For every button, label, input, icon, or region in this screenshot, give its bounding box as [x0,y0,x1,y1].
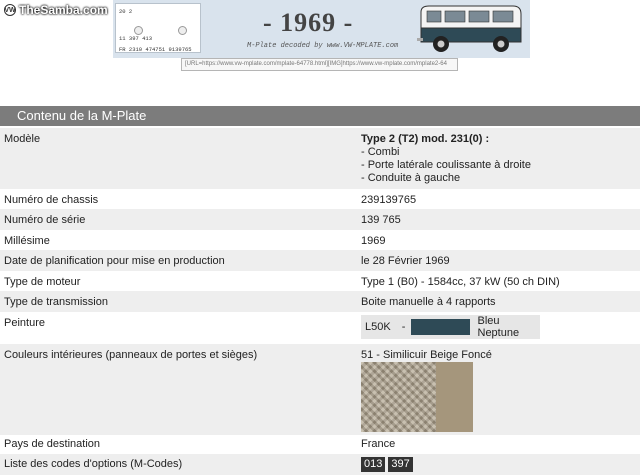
row-label: Type de transmission [4,296,108,308]
row-value: 1969 [361,235,386,247]
plate-line-3: FR 2310 474751 9139765 [119,46,192,53]
table-row-moteur: Type de moteur Type 1 (B0) - 1584cc, 37 … [0,271,640,291]
table-row-peinture: Peinture L50K - Bleu Neptune [0,312,640,344]
embed-code-field[interactable]: [URL=https://www.vw-mplate.com/mplate-64… [181,58,458,71]
model-detail: - Porte latérale coulissante à droite [361,159,531,171]
model-detail: - Combi [361,146,400,158]
row-label: Liste des codes d'options (M-Codes) [4,458,183,470]
row-label: Peinture [4,317,45,329]
option-codes: 013 397 [361,457,416,472]
table-row-couleurs: Couleurs intérieures (panneaux de portes… [0,344,640,435]
row-label: Pays de destination [4,438,101,450]
table-row-options: Liste des codes d'options (M-Codes) 013 3… [0,454,640,475]
row-label: Couleurs intérieures (panneaux de portes… [4,349,258,361]
plate-rivet-icon [134,26,143,35]
model-title: Type 2 (T2) mod. 231(0) : [361,133,490,145]
row-value: Type 1 (B0) - 1584cc, 37 kW (50 ch DIN) [361,276,560,288]
plate-line-2: 11 397 413 [119,35,153,42]
row-value: France [361,438,396,450]
table-row-serie: Numéro de série 139 765 [0,209,640,230]
vw-bus-icon [417,5,522,52]
model-detail: - Conduite à gauche [361,172,461,184]
option-code-badge[interactable]: 397 [388,457,413,472]
paint-swatch [411,319,470,335]
table-row-pays: Pays de destination France [0,435,640,454]
watermark-text: TheSamba.com [19,3,108,17]
table-row-chassis: Numéro de chassis 239139765 [0,189,640,209]
table-row-transmission: Type de transmission Boite manuelle à 4 … [0,291,640,312]
row-label: Modèle [4,133,41,145]
row-label: Numéro de série [4,214,86,226]
plate-line-1: 20 2 [119,8,133,15]
banner-year: - 1969 - [263,8,354,37]
interior-material-swatch [361,362,473,432]
row-value: Boite manuelle à 4 rapports [361,296,496,308]
paint-code-box: L50K - Bleu Neptune [361,315,540,339]
section-title: Contenu de la M-Plate [0,106,640,126]
row-value: Type 2 (T2) mod. 231(0) : - Combi - Port… [361,133,531,185]
row-value: le 28 Février 1969 [361,255,450,267]
option-code-badge[interactable]: 013 [361,457,386,472]
material-seam [436,362,473,432]
mplate-thumbnail: 20 2 11 397 413 FR 2310 474751 9139765 [115,3,201,53]
row-value: 239139765 [361,194,417,206]
paint-separator: - [401,321,406,333]
row-value: 51 - Similicuir Beige Foncé [361,349,492,361]
vw-logo-icon: VW [4,4,16,16]
table-row-date: Date de planification pour mise en produ… [0,250,640,271]
banner-decoded-text: M-Plate decoded by www.VW-MPLATE.com [247,42,399,50]
table-row-millesime: Millésime 1969 [0,230,640,250]
paint-code: L50K [365,321,391,333]
row-label: Type de moteur [4,276,81,288]
plate-rivet-icon [178,26,187,35]
thesamba-watermark: VW TheSamba.com [4,3,108,17]
row-label: Date de planification pour mise en produ… [4,255,225,267]
mplate-banner-image: 20 2 11 397 413 FR 2310 474751 9139765 -… [113,0,530,58]
row-value: 139 765 [361,214,401,226]
row-label: Millésime [4,235,50,247]
paint-name: Bleu Neptune [477,315,520,339]
table-row-modele: Modèle Type 2 (T2) mod. 231(0) : - Combi… [0,128,640,189]
row-label: Numéro de chassis [4,194,99,206]
